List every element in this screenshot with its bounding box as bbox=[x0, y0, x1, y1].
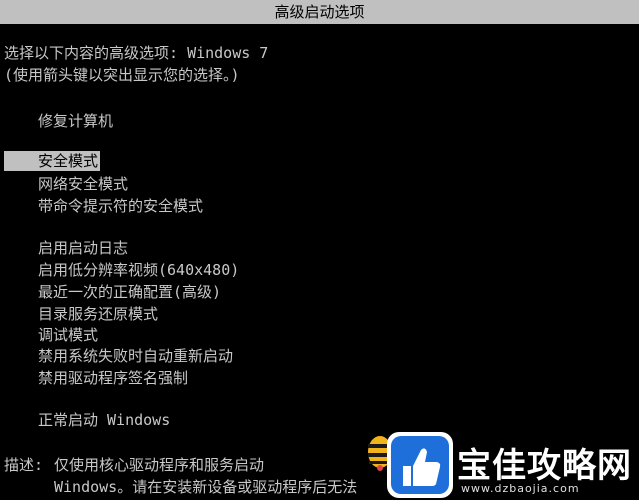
menu-item-boot-logging[interactable]: 启用启动日志 bbox=[38, 238, 128, 258]
menu-item-disable-driver-sig[interactable]: 禁用驱动程序签名强制 bbox=[38, 368, 188, 388]
menu-item-disable-auto-restart[interactable]: 禁用系统失败时自动重新启动 bbox=[38, 346, 233, 366]
menu-item-safe-mode-cmd[interactable]: 带命令提示符的安全模式 bbox=[38, 196, 203, 216]
watermark-brand: 宝佳攻略网 bbox=[457, 446, 632, 486]
menu-item-repair[interactable]: 修复计算机 bbox=[38, 111, 113, 131]
header-line-hint: (使用箭头键以突出显示您的选择。) bbox=[4, 66, 240, 84]
menu-item-ds-restore[interactable]: 目录服务还原模式 bbox=[38, 304, 158, 324]
menu-item-safe-mode-networking[interactable]: 网络安全模式 bbox=[38, 174, 128, 194]
watermark-url: www.dzbaojia.com bbox=[461, 482, 580, 495]
thumbs-up-logo-icon bbox=[387, 432, 453, 498]
description-label: 描述: bbox=[4, 456, 44, 474]
title-bar: 高级启动选项 bbox=[0, 0, 639, 24]
description-line-1: 仅使用核心驱动程序和服务启动 bbox=[54, 456, 265, 474]
menu-item-debugging[interactable]: 调试模式 bbox=[38, 325, 98, 345]
description-line-2: Windows。请在安装新设备或驱动程序后无法 bbox=[54, 478, 358, 496]
menu-item-safe-mode[interactable]: 安全模式 bbox=[4, 151, 101, 171]
menu-item-low-res-video[interactable]: 启用低分辨率视频(640x480) bbox=[38, 260, 239, 280]
header-line-os: 选择以下内容的高级选项: Windows 7 bbox=[4, 44, 269, 62]
menu-item-start-normally[interactable]: 正常启动 Windows bbox=[38, 410, 170, 430]
menu-item-last-known-good[interactable]: 最近一次的正确配置(高级) bbox=[38, 282, 221, 302]
watermark: 宝佳攻略网 www.dzbaojia.com bbox=[365, 418, 639, 500]
